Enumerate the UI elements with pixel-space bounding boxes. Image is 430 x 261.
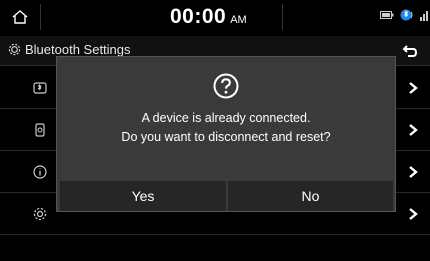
dialog-message-area: A device is already connected. Do you wa… (57, 57, 395, 179)
status-icons (380, 8, 430, 22)
dialog-message-line1: A device is already connected. (141, 111, 311, 125)
clock-ampm: AM (230, 14, 247, 26)
battery-icon (380, 11, 394, 19)
page-title: Bluetooth Settings (25, 42, 131, 57)
gear-icon (32, 206, 48, 222)
clock-time: 00:00 (170, 5, 227, 28)
status-divider (40, 4, 41, 30)
status-divider (282, 4, 283, 30)
no-button[interactable]: No (228, 181, 393, 211)
info-icon (32, 164, 48, 180)
chevron-right-icon (406, 163, 420, 181)
status-bar: 00:00 AM (0, 0, 430, 34)
chevron-right-icon (406, 121, 420, 139)
bluetooth-device-icon (32, 80, 48, 96)
clock[interactable]: 00:00 AM (170, 5, 247, 29)
phone-device-icon (32, 122, 48, 138)
chevron-right-icon (406, 79, 420, 97)
question-icon (213, 73, 239, 99)
chevron-right-icon (406, 205, 420, 223)
dialog-message-line2: Do you want to disconnect and reset? (121, 130, 331, 144)
yes-button[interactable]: Yes (60, 181, 226, 211)
back-arrow-icon (402, 45, 418, 57)
home-icon (12, 10, 28, 24)
gear-icon (8, 43, 21, 56)
page-title-wrap: Bluetooth Settings (8, 42, 131, 57)
signal-icon (420, 11, 428, 21)
home-button[interactable] (0, 0, 40, 34)
bluetooth-phone-icon (400, 9, 413, 21)
confirm-dialog: A device is already connected. Do you wa… (56, 56, 396, 212)
back-button[interactable] (390, 36, 430, 66)
